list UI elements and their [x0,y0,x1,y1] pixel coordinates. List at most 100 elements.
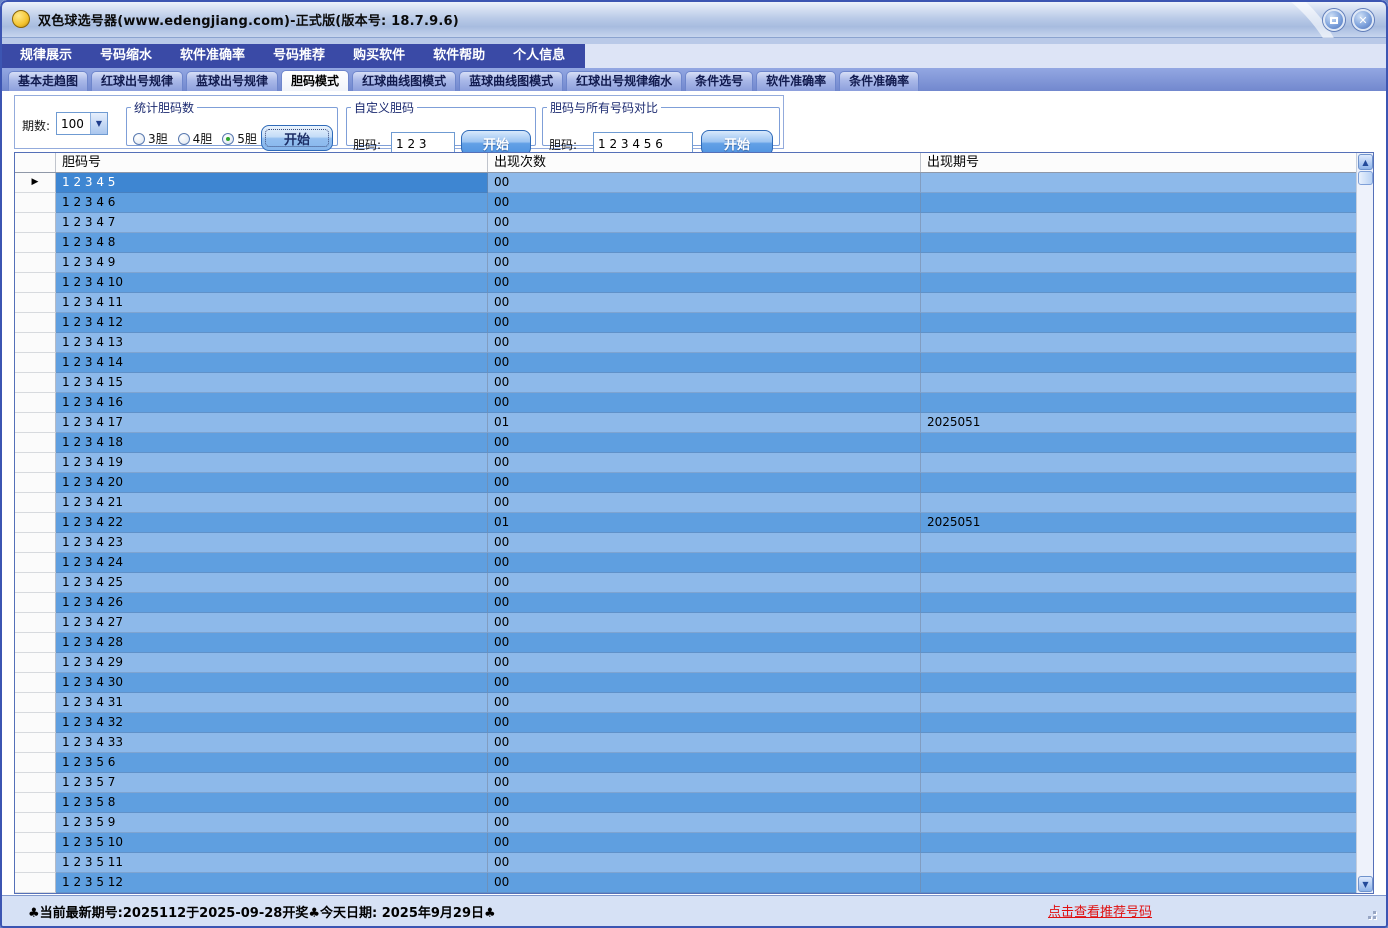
row-header[interactable] [15,253,56,273]
period-dropdown[interactable]: 100 ▼ [56,112,108,135]
cell-period[interactable]: 2025051 [921,513,1356,533]
cell-dancode[interactable]: 1 2 3 4 8 [56,233,488,253]
table-row[interactable]: 1 2 3 4 2400 [15,553,1356,573]
cell-dancode[interactable]: 1 2 3 4 17 [56,413,488,433]
row-header[interactable] [15,213,56,233]
cell-count[interactable]: 00 [488,493,921,513]
row-header[interactable] [15,733,56,753]
cell-dancode[interactable]: 1 2 3 5 12 [56,873,488,893]
table-row[interactable]: 1 2 3 4 1100 [15,293,1356,313]
tab-4[interactable]: 胆码模式 [281,70,349,91]
vertical-scrollbar[interactable]: ▲ ▼ [1356,153,1373,893]
row-header[interactable] [15,293,56,313]
row-header[interactable] [15,453,56,473]
cell-period[interactable] [921,433,1356,453]
cell-dancode[interactable]: 1 2 3 4 14 [56,353,488,373]
table-row[interactable]: 1 2 3 4 3000 [15,673,1356,693]
row-header[interactable] [15,333,56,353]
scrollbar-thumb[interactable] [1358,171,1373,185]
cell-period[interactable] [921,273,1356,293]
cell-dancode[interactable]: 1 2 3 4 24 [56,553,488,573]
cell-count[interactable]: 00 [488,753,921,773]
row-header[interactable] [15,353,56,373]
table-row[interactable]: 1 2 3 5 600 [15,753,1356,773]
table-row[interactable]: 1 2 3 5 1100 [15,853,1356,873]
column-header-period[interactable]: 出现期号 [921,153,1356,172]
table-row[interactable]: 1 2 3 4 1300 [15,333,1356,353]
menu-item-4[interactable]: 号码推荐 [259,44,339,68]
table-row[interactable]: 1 2 3 4 1800 [15,433,1356,453]
cell-period[interactable] [921,693,1356,713]
row-header[interactable] [15,413,56,433]
cell-period[interactable] [921,193,1356,213]
cell-period[interactable] [921,573,1356,593]
cell-count[interactable]: 00 [488,453,921,473]
cell-count[interactable]: 00 [488,393,921,413]
row-header[interactable] [15,653,56,673]
cell-count[interactable]: 01 [488,413,921,433]
row-header[interactable] [15,773,56,793]
table-row[interactable]: 1 2 3 4 2600 [15,593,1356,613]
cell-count[interactable]: 01 [488,513,921,533]
table-row[interactable]: 1 2 3 4 800 [15,233,1356,253]
tab-10[interactable]: 条件准确率 [839,71,919,91]
radio-option-1[interactable]: 3胆 [133,130,168,147]
cell-period[interactable] [921,293,1356,313]
cell-count[interactable]: 00 [488,373,921,393]
radio-option-3[interactable]: 5胆 [222,130,257,147]
row-header[interactable] [15,233,56,253]
cell-dancode[interactable]: 1 2 3 5 11 [56,853,488,873]
row-header[interactable] [15,373,56,393]
cell-dancode[interactable]: 1 2 3 4 6 [56,193,488,213]
table-row[interactable]: 1 2 3 4 1500 [15,373,1356,393]
table-row[interactable]: 1 2 3 4 2100 [15,493,1356,513]
cell-period[interactable] [921,833,1356,853]
row-header[interactable] [15,193,56,213]
cell-dancode[interactable]: 1 2 3 4 22 [56,513,488,533]
maximize-button[interactable] [1323,9,1345,31]
cell-count[interactable]: 00 [488,173,921,193]
cell-dancode[interactable]: 1 2 3 4 32 [56,713,488,733]
cell-dancode[interactable]: 1 2 3 4 9 [56,253,488,273]
row-header[interactable] [15,533,56,553]
cell-period[interactable] [921,393,1356,413]
cell-period[interactable] [921,473,1356,493]
cell-count[interactable]: 00 [488,653,921,673]
cell-period[interactable] [921,633,1356,653]
cell-count[interactable]: 00 [488,553,921,573]
cell-count[interactable]: 00 [488,293,921,313]
row-header[interactable] [15,433,56,453]
table-row[interactable]: 1 2 3 4 3100 [15,693,1356,713]
tab-8[interactable]: 条件选号 [685,71,753,91]
table-row[interactable]: 1 2 3 5 1000 [15,833,1356,853]
cell-dancode[interactable]: 1 2 3 4 29 [56,653,488,673]
cell-period[interactable]: 2025051 [921,413,1356,433]
row-header[interactable] [15,393,56,413]
cell-period[interactable] [921,713,1356,733]
cell-dancode[interactable]: 1 2 3 4 28 [56,633,488,653]
table-row[interactable]: 1 2 3 4 1900 [15,453,1356,473]
menu-item-6[interactable]: 软件帮助 [419,44,499,68]
cell-period[interactable] [921,873,1356,893]
cell-count[interactable]: 00 [488,353,921,373]
row-header[interactable] [15,873,56,893]
row-header[interactable] [15,713,56,733]
cell-count[interactable]: 00 [488,333,921,353]
cell-dancode[interactable]: 1 2 3 4 26 [56,593,488,613]
cell-period[interactable] [921,753,1356,773]
row-header[interactable] [15,673,56,693]
cell-period[interactable] [921,593,1356,613]
cell-dancode[interactable]: 1 2 3 5 8 [56,793,488,813]
start-button-stat[interactable]: 开始 [261,125,333,151]
row-header[interactable] [15,793,56,813]
menu-item-3[interactable]: 软件准确率 [166,44,259,68]
cell-dancode[interactable]: 1 2 3 4 25 [56,573,488,593]
row-header[interactable] [15,593,56,613]
cell-period[interactable] [921,493,1356,513]
cell-count[interactable]: 00 [488,853,921,873]
row-header[interactable]: ▶ [15,173,56,193]
cell-period[interactable] [921,653,1356,673]
row-header[interactable] [15,513,56,533]
tab-1[interactable]: 基本走趋图 [8,71,88,91]
table-row[interactable]: 1 2 3 4 1000 [15,273,1356,293]
